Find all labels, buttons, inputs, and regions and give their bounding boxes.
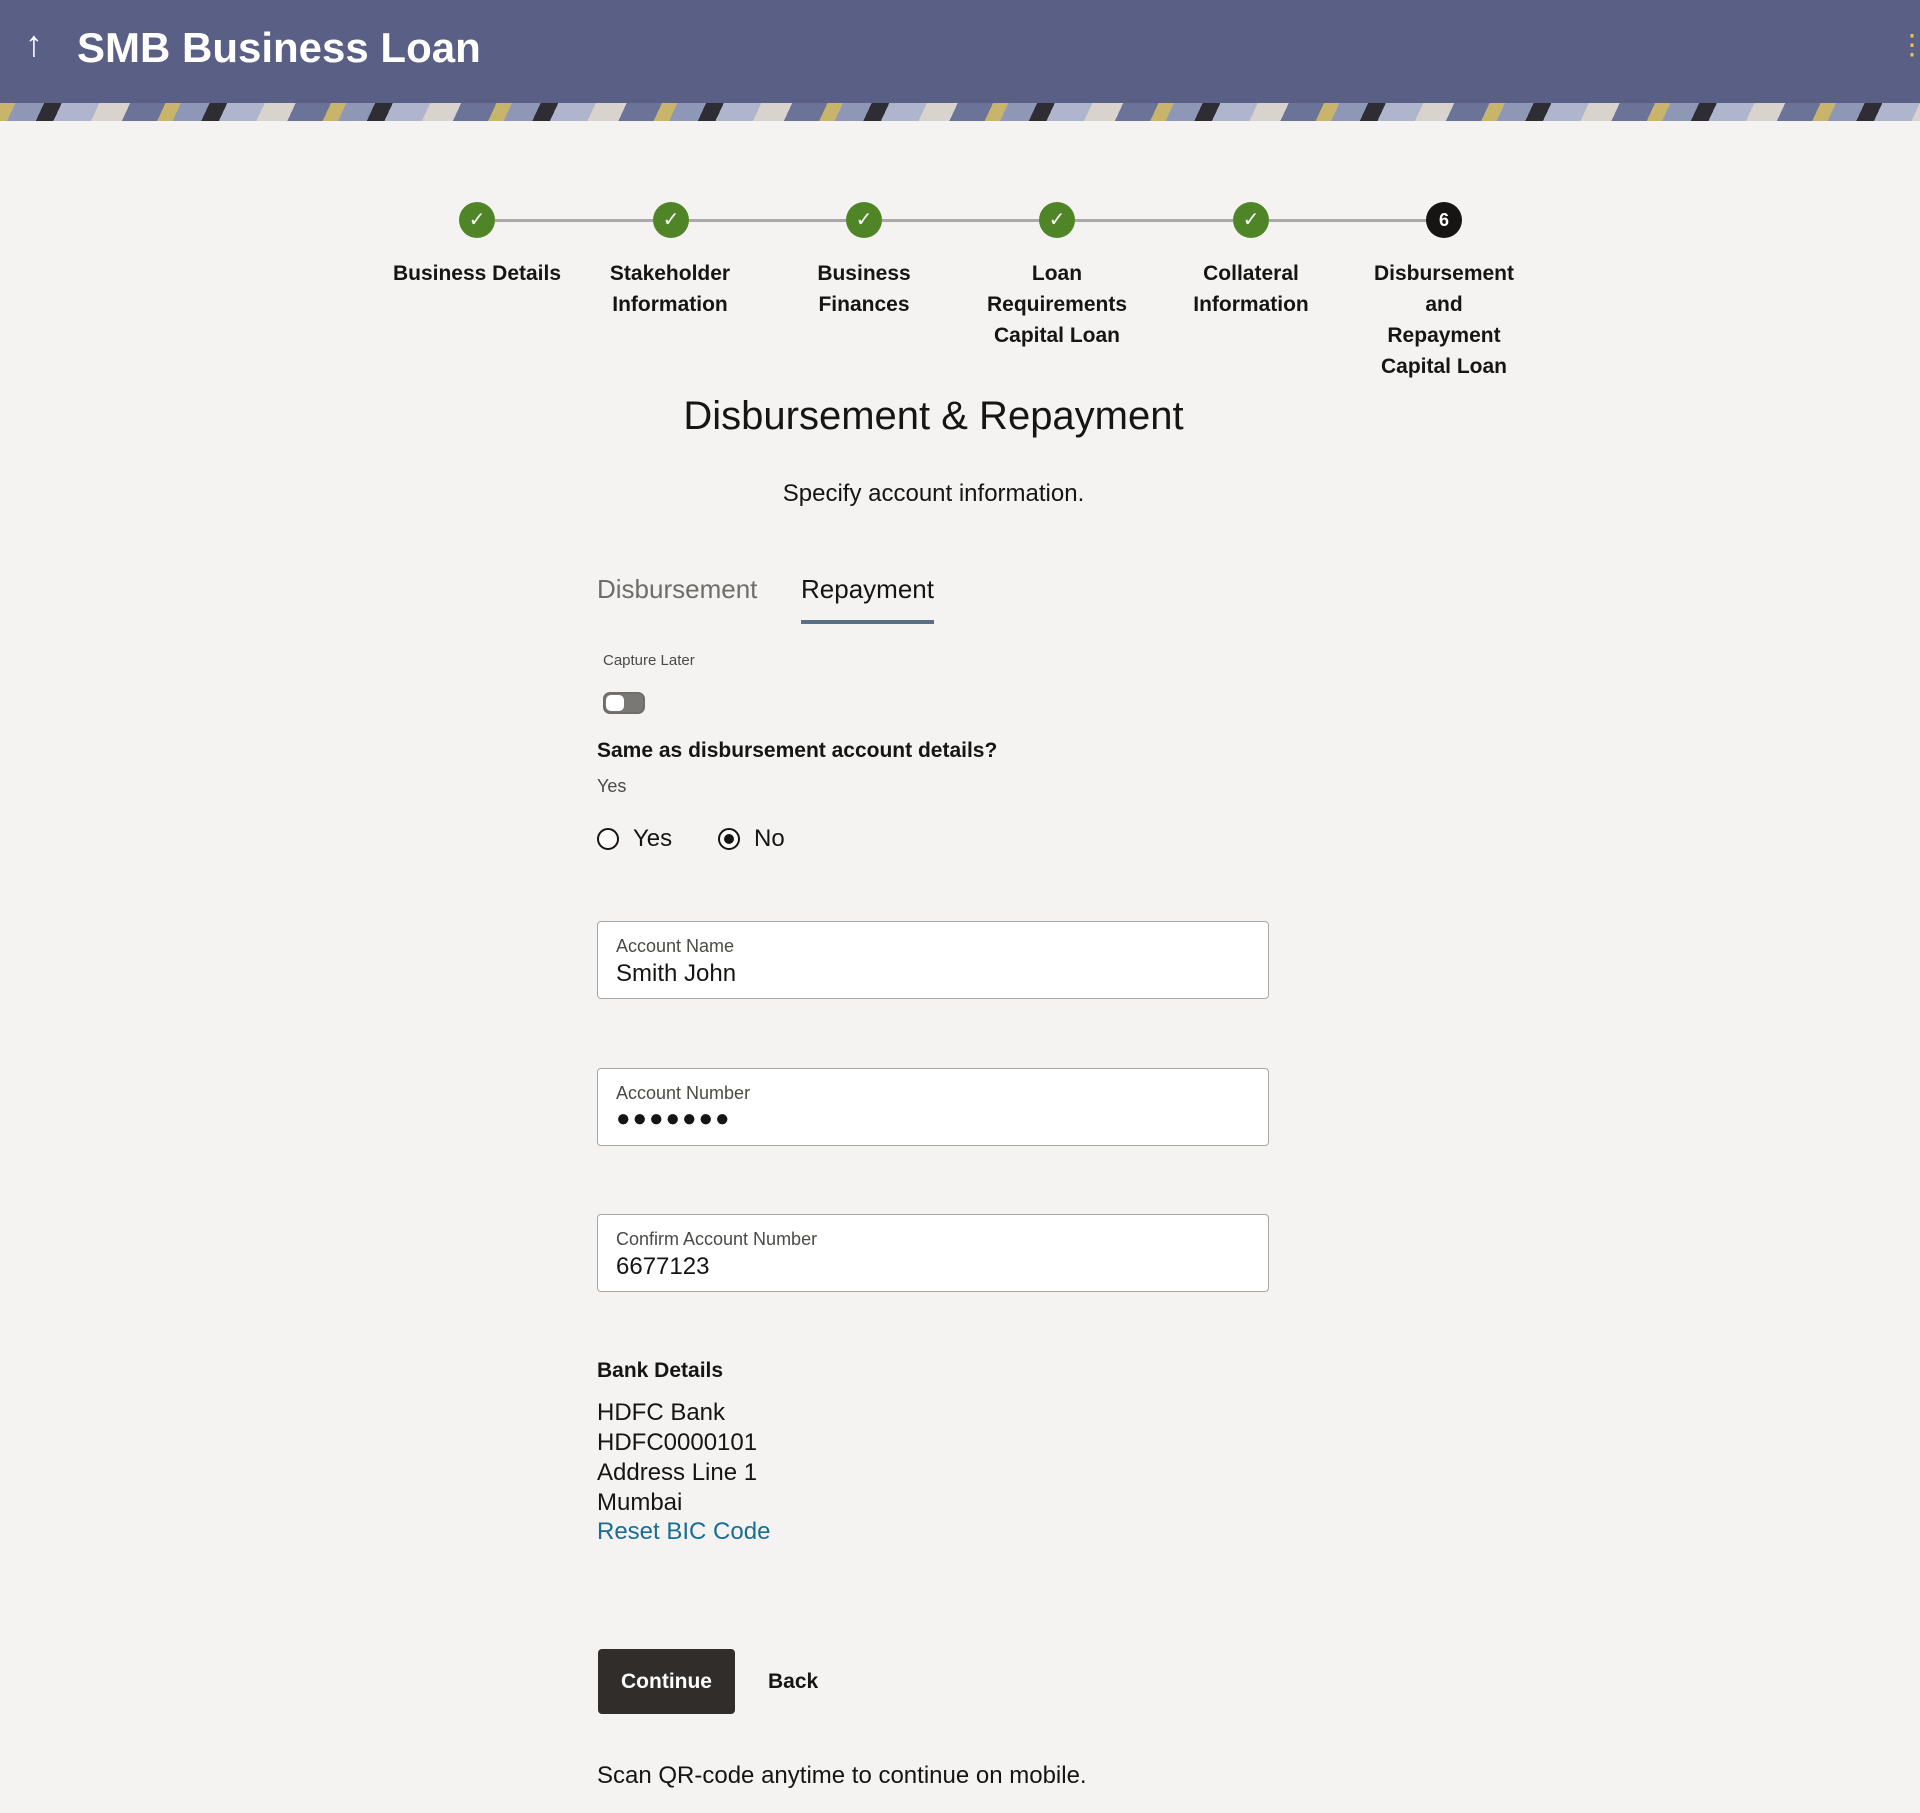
- capture-later-label: Capture Later: [603, 652, 695, 669]
- step-connector: [689, 219, 847, 222]
- account-number-field[interactable]: Account Number ●●●●●●●: [597, 1068, 1269, 1146]
- step-complete-check-icon: ✓: [1039, 202, 1075, 238]
- same-as-disbursement-value: Yes: [597, 776, 627, 796]
- radio-unchecked-icon[interactable]: [597, 828, 619, 850]
- bic-code: HDFC0000101: [597, 1429, 758, 1456]
- step-connector: [1075, 219, 1233, 222]
- step-current-number: 6: [1426, 202, 1462, 238]
- account-name-field[interactable]: Account Name Smith John: [597, 921, 1269, 999]
- step-label-collateral-information: Collateral Information: [1193, 262, 1309, 316]
- confirm-account-number-label: Confirm Account Number: [616, 1229, 818, 1249]
- step-connector: [495, 219, 653, 222]
- confirm-account-number-field[interactable]: Confirm Account Number 6677123: [597, 1214, 1269, 1292]
- page-subtitle: Specify account information.: [782, 480, 1085, 507]
- step-complete-check-icon: ✓: [459, 202, 495, 238]
- radio-option-yes[interactable]: Yes: [597, 824, 672, 854]
- step-label-business-details: Business Details: [392, 262, 562, 285]
- tab-disbursement[interactable]: Disbursement: [597, 570, 757, 620]
- radio-option-no[interactable]: No: [718, 824, 785, 854]
- qr-code-hint: Scan QR-code anytime to continue on mobi…: [597, 1762, 1087, 1789]
- step-label-stakeholder-information: Stakeholder Information: [609, 262, 731, 316]
- radio-label-no: No: [754, 825, 785, 852]
- radio-label-yes: Yes: [633, 825, 673, 852]
- step-complete-check-icon: ✓: [1233, 202, 1269, 238]
- reset-bic-code-link[interactable]: Reset BIC Code: [597, 1518, 770, 1546]
- confirm-account-number-value[interactable]: 6677123: [616, 1253, 709, 1281]
- step-connector: [1269, 219, 1427, 222]
- step-complete-check-icon: ✓: [653, 202, 689, 238]
- tab-repayment[interactable]: Repayment: [801, 570, 934, 624]
- bank-city: Mumbai: [597, 1489, 683, 1516]
- account-number-label: Account Number: [616, 1083, 751, 1103]
- toggle-knob: [606, 695, 624, 711]
- bank-name: HDFC Bank: [597, 1399, 726, 1426]
- step-label-loan-requirements: Loan Requirements Capital Loan: [986, 262, 1128, 347]
- step-connector: [882, 219, 1040, 222]
- account-name-value[interactable]: Smith John: [616, 960, 736, 988]
- account-name-label: Account Name: [616, 936, 735, 956]
- step-label-disbursement-repayment: Disbursement and Repayment Capital Loan: [1373, 262, 1515, 378]
- step-complete-check-icon: ✓: [846, 202, 882, 238]
- bank-address: Address Line 1: [597, 1459, 758, 1486]
- page-title: Disbursement & Repayment: [683, 394, 1184, 438]
- account-number-masked-value[interactable]: ●●●●●●●: [616, 1105, 731, 1133]
- capture-later-toggle[interactable]: [603, 692, 645, 714]
- bank-details-title: Bank Details: [597, 1359, 724, 1382]
- progress-stepper: ✓ ✓ ✓ ✓ ✓ 6 Business Details Stakeholder…: [0, 0, 1920, 378]
- back-button[interactable]: Back: [768, 1649, 818, 1714]
- step-label-business-finances: Business Finances: [817, 262, 911, 316]
- continue-button[interactable]: Continue: [598, 1649, 735, 1714]
- same-as-disbursement-question: Same as disbursement account details?: [597, 739, 998, 762]
- radio-checked-icon[interactable]: [718, 828, 740, 850]
